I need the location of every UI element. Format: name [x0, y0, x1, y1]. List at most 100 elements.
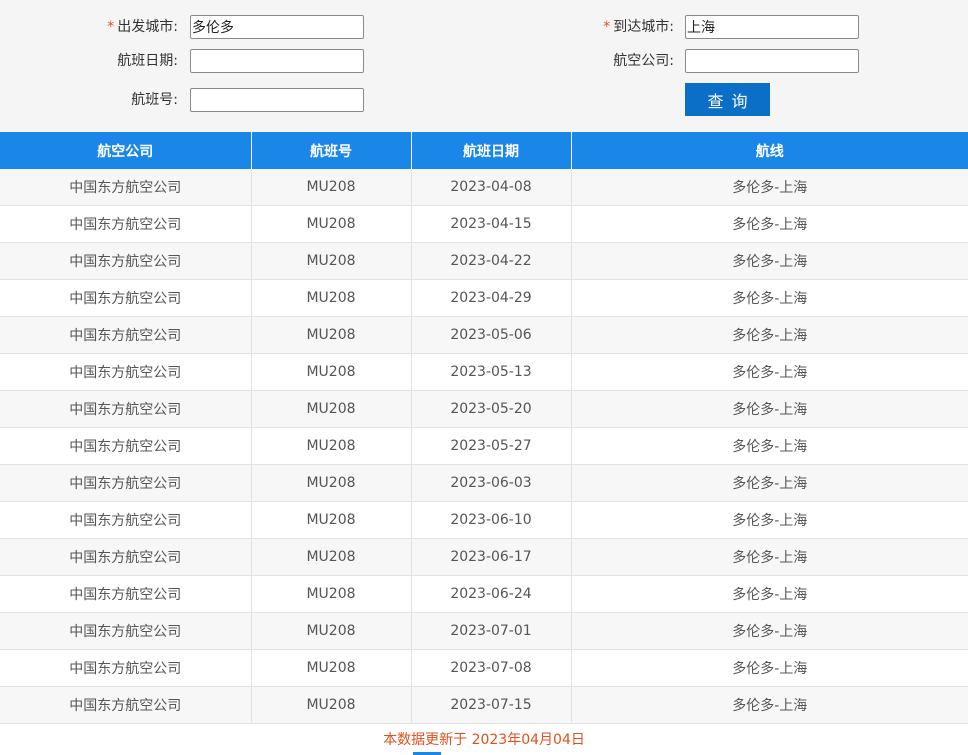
- flight-date-cell: 2023-05-06: [410, 316, 571, 354]
- flight-number-cell: MU208: [250, 538, 411, 576]
- route-cell: 多伦多-上海: [570, 649, 968, 687]
- flight-number-cell: MU208: [250, 279, 411, 317]
- airline-cell: 中国东方航空公司: [0, 390, 251, 428]
- flight-number-cell: MU208: [250, 169, 411, 206]
- flight-number-cell: MU208: [250, 427, 411, 465]
- flight-number-input[interactable]: [190, 88, 364, 112]
- arrival-city-label-text: 到达城市:: [613, 19, 674, 35]
- flight-number-label: 航班号:: [131, 92, 178, 108]
- route-cell: 多伦多-上海: [570, 390, 968, 428]
- flight-date-cell: 2023-04-29: [410, 279, 571, 317]
- airline-cell: 中国东方航空公司: [0, 501, 251, 539]
- route-cell: 多伦多-上海: [570, 501, 968, 539]
- required-mark: *: [107, 19, 115, 35]
- airline-cell: 中国东方航空公司: [0, 649, 251, 687]
- route-cell: 多伦多-上海: [570, 464, 968, 502]
- flight-number-cell: MU208: [250, 353, 411, 391]
- flight-date-label: 航班日期:: [117, 53, 178, 69]
- table-row: 中国东方航空公司 MU208 2023-04-08 多伦多-上海: [0, 169, 968, 206]
- flight-number-cell: MU208: [250, 686, 411, 724]
- route-cell: 多伦多-上海: [570, 242, 968, 280]
- route-cell: 多伦多-上海: [570, 316, 968, 354]
- route-cell: 多伦多-上海: [570, 538, 968, 576]
- departure-city-input[interactable]: [190, 15, 364, 39]
- table-row: 中国东方航空公司 MU208 2023-05-13 多伦多-上海: [0, 353, 968, 391]
- route-cell: 多伦多-上海: [570, 169, 968, 206]
- flight-number-cell: MU208: [250, 316, 411, 354]
- airline-cell: 中国东方航空公司: [0, 575, 251, 613]
- search-button[interactable]: 查询: [685, 83, 770, 116]
- table-row: 中国东方航空公司 MU208 2023-05-27 多伦多-上海: [0, 427, 968, 465]
- flight-date-cell: 2023-07-15: [410, 686, 571, 724]
- column-header-route: 航线: [570, 132, 968, 169]
- flight-date-cell: 2023-04-08: [410, 169, 571, 206]
- table-body: 中国东方航空公司 MU208 2023-04-08 多伦多-上海 中国东方航空公司 MU2…: [0, 169, 968, 724]
- flight-number-cell: MU208: [250, 464, 411, 502]
- flight-date-cell: 2023-07-01: [410, 612, 571, 650]
- flight-query-page: *出发城市: *到达城市: 航班日期: 航空公司: 航班号: 查询 航空公司 航…: [0, 0, 968, 755]
- flight-number-cell: MU208: [250, 501, 411, 539]
- departure-city-label-text: 出发城市:: [117, 19, 178, 35]
- airline-label: 航空公司:: [613, 53, 674, 69]
- table-row: 中国东方航空公司 MU208 2023-06-10 多伦多-上海: [0, 501, 968, 539]
- flight-number-cell: MU208: [250, 390, 411, 428]
- route-cell: 多伦多-上海: [570, 353, 968, 391]
- table-row: 中国东方航空公司 MU208 2023-07-15 多伦多-上海: [0, 686, 968, 724]
- flight-number-cell: MU208: [250, 575, 411, 613]
- route-cell: 多伦多-上海: [570, 612, 968, 650]
- required-mark: *: [603, 19, 611, 35]
- flight-table: 航空公司 航班号 航班日期 航线 中国东方航空公司 MU208 2023-04-08…: [0, 132, 968, 724]
- airline-cell: 中国东方航空公司: [0, 538, 251, 576]
- flight-number-cell: MU208: [250, 205, 411, 243]
- flight-date-cell: 2023-07-08: [410, 649, 571, 687]
- table-row: 中国东方航空公司 MU208 2023-05-20 多伦多-上海: [0, 390, 968, 428]
- column-header-airline: 航空公司: [0, 132, 251, 169]
- table-row: 中国东方航空公司 MU208 2023-04-22 多伦多-上海: [0, 242, 968, 280]
- airline-cell: 中国东方航空公司: [0, 464, 251, 502]
- route-cell: 多伦多-上海: [570, 427, 968, 465]
- departure-city-label: * 出发城市:: [100, 15, 178, 39]
- route-cell: 多伦多-上海: [570, 279, 968, 317]
- airline-cell: 中国东方航空公司: [0, 316, 251, 354]
- table-row: 中国东方航空公司 MU208 2023-06-24 多伦多-上海: [0, 575, 968, 613]
- table-row: 中国东方航空公司 MU208 2023-07-08 多伦多-上海: [0, 649, 968, 687]
- route-cell: 多伦多-上海: [570, 205, 968, 243]
- airline-cell: 中国东方航空公司: [0, 242, 251, 280]
- table-row: 中国东方航空公司 MU208 2023-04-15 多伦多-上海: [0, 205, 968, 243]
- arrival-city-input[interactable]: [685, 15, 859, 39]
- airline-cell: 中国东方航空公司: [0, 353, 251, 391]
- airline-input[interactable]: [685, 49, 859, 73]
- arrival-city-label: * 到达城市:: [594, 15, 674, 39]
- flight-number-cell: MU208: [250, 649, 411, 687]
- table-row: 中国东方航空公司 MU208 2023-04-29 多伦多-上海: [0, 279, 968, 317]
- airline-cell: 中国东方航空公司: [0, 427, 251, 465]
- update-note: 本数据更新于 2023年04月04日: [383, 732, 585, 748]
- flight-date-cell: 2023-06-24: [410, 575, 571, 613]
- table-row: 中国东方航空公司 MU208 2023-06-17 多伦多-上海: [0, 538, 968, 576]
- column-header-flight-date: 航班日期: [410, 132, 571, 169]
- flight-date-cell: 2023-05-27: [410, 427, 571, 465]
- airline-cell: 中国东方航空公司: [0, 169, 251, 206]
- route-cell: 多伦多-上海: [570, 686, 968, 724]
- flight-number-cell: MU208: [250, 612, 411, 650]
- flight-date-cell: 2023-05-20: [410, 390, 571, 428]
- table-row: 中国东方航空公司 MU208 2023-06-03 多伦多-上海: [0, 464, 968, 502]
- flight-number-cell: MU208: [250, 242, 411, 280]
- search-form: *出发城市: *到达城市: 航班日期: 航空公司: 航班号: 查询: [0, 0, 968, 132]
- table-header-row: 航空公司 航班号 航班日期 航线: [0, 132, 968, 169]
- column-header-flight-number: 航班号: [250, 132, 411, 169]
- airline-cell: 中国东方航空公司: [0, 612, 251, 650]
- table-row: 中国东方航空公司 MU208 2023-05-06 多伦多-上海: [0, 316, 968, 354]
- flight-date-cell: 2023-06-10: [410, 501, 571, 539]
- route-cell: 多伦多-上海: [570, 575, 968, 613]
- airline-cell: 中国东方航空公司: [0, 205, 251, 243]
- flight-date-cell: 2023-04-22: [410, 242, 571, 280]
- table-row: 中国东方航空公司 MU208 2023-07-01 多伦多-上海: [0, 612, 968, 650]
- flight-date-cell: 2023-05-13: [410, 353, 571, 391]
- flight-date-cell: 2023-06-03: [410, 464, 571, 502]
- flight-date-cell: 2023-04-15: [410, 205, 571, 243]
- flight-date-cell: 2023-06-17: [410, 538, 571, 576]
- airline-cell: 中国东方航空公司: [0, 686, 251, 724]
- airline-cell: 中国东方航空公司: [0, 279, 251, 317]
- flight-date-input[interactable]: [190, 49, 364, 73]
